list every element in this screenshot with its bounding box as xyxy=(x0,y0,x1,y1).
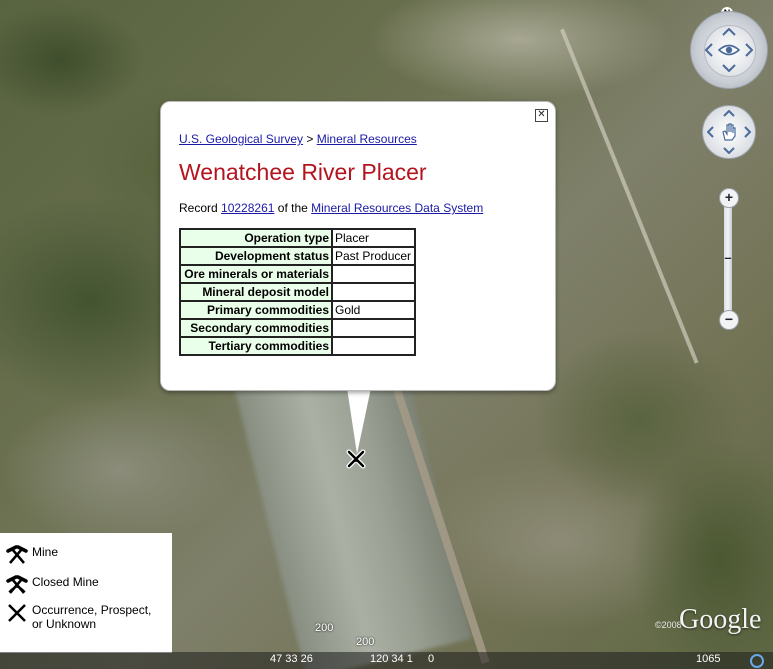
scale-label-bottom: 200 xyxy=(356,636,375,648)
legend-label-occurrence: Occurrence, Prospect, or Unknown xyxy=(32,603,151,631)
status-elevation: 0 xyxy=(428,653,435,665)
breadcrumb: U.S. Geological Survey > Mineral Resourc… xyxy=(179,132,417,146)
mrds-link[interactable]: Mineral Resources Data System xyxy=(311,201,483,215)
eye-icon xyxy=(718,44,740,56)
table-key: Tertiary commodities xyxy=(179,336,333,356)
table-key: Operation type xyxy=(179,228,333,248)
record-id-link[interactable]: 10228261 xyxy=(221,201,274,215)
look-up-arrow-icon[interactable] xyxy=(722,28,736,36)
info-popup: ✕ U.S. Geological Survey > Mineral Resou… xyxy=(160,101,556,391)
look-down-arrow-icon[interactable] xyxy=(722,64,736,72)
status-latitude: 47 33 26 xyxy=(270,653,313,665)
legend: Mine Closed Mine Occurrence, Prospect, o… xyxy=(0,533,172,653)
table-row: Ore minerals or materials xyxy=(179,264,416,284)
status-longitude: 120 34 1 xyxy=(370,653,413,665)
scale-label-top: 200 xyxy=(315,622,334,634)
table-key: Secondary commodities xyxy=(179,318,333,338)
trail xyxy=(560,28,699,364)
breadcrumb-separator: > xyxy=(306,132,314,146)
pan-control[interactable] xyxy=(702,105,756,159)
copyright-year: ©2008 xyxy=(655,620,682,630)
table-value: Gold xyxy=(331,300,416,320)
pan-down-arrow-icon[interactable] xyxy=(723,147,735,154)
legend-item-occurrence: Occurrence, Prospect, or Unknown xyxy=(6,603,151,631)
table-value: Placer xyxy=(331,228,416,248)
zoom-slider-handle[interactable]: – xyxy=(719,251,737,265)
attributes-table: Operation type Placer Development status P… xyxy=(179,228,416,356)
legend-item-closed-mine: Closed Mine xyxy=(6,575,99,595)
x-mark-icon xyxy=(8,604,26,622)
legend-label-occurrence-line1: Occurrence, Prospect, xyxy=(32,603,152,617)
streaming-indicator-icon xyxy=(750,654,764,668)
look-left-arrow-icon[interactable] xyxy=(705,43,713,57)
pan-left-arrow-icon[interactable] xyxy=(707,126,714,138)
record-prefix: Record xyxy=(179,201,218,215)
table-row: Mineral deposit model xyxy=(179,282,416,302)
closed-mine-icon xyxy=(6,575,28,594)
table-key: Mineral deposit model xyxy=(179,282,333,302)
look-control[interactable] xyxy=(690,11,768,89)
table-row: Development status Past Producer xyxy=(179,246,416,266)
table-value xyxy=(331,264,416,284)
status-altitude: 1065 xyxy=(696,653,721,665)
legend-item-mine: Mine xyxy=(6,545,58,565)
zoom-out-button[interactable]: − xyxy=(719,310,739,330)
look-right-arrow-icon[interactable] xyxy=(745,43,753,57)
table-value xyxy=(331,336,416,356)
crossed-hammers-icon xyxy=(6,545,28,564)
table-row: Primary commodities Gold xyxy=(179,300,416,320)
legend-label-closed-mine: Closed Mine xyxy=(32,575,99,589)
table-key: Primary commodities xyxy=(179,300,333,320)
pan-up-arrow-icon[interactable] xyxy=(723,110,735,117)
popup-title: Wenatchee River Placer xyxy=(179,159,427,185)
table-value: Past Producer xyxy=(331,246,416,266)
record-line: Record 10228261 of the Mineral Resources… xyxy=(179,201,483,215)
table-row: Secondary commodities xyxy=(179,318,416,338)
legend-label-mine: Mine xyxy=(32,545,59,559)
hand-icon xyxy=(722,123,736,141)
breadcrumb-link-mineral-resources[interactable]: Mineral Resources xyxy=(317,132,417,146)
table-value xyxy=(331,318,416,338)
table-key: Ore minerals or materials xyxy=(179,264,333,284)
table-row: Operation type Placer xyxy=(179,228,416,248)
breadcrumb-link-usgs[interactable]: U.S. Geological Survey xyxy=(179,132,303,146)
google-logo: Google xyxy=(679,604,762,635)
table-key: Development status xyxy=(179,246,333,266)
popup-tail xyxy=(347,388,371,454)
table-value xyxy=(331,282,416,302)
table-row: Tertiary commodities xyxy=(179,336,416,356)
record-middle: of the xyxy=(277,201,308,215)
close-button[interactable]: ✕ xyxy=(535,109,548,122)
legend-label-occurrence-line2: or Unknown xyxy=(32,617,97,631)
zoom-in-button[interactable]: + xyxy=(719,188,739,208)
pan-right-arrow-icon[interactable] xyxy=(744,126,751,138)
status-bar: 47 33 26 120 34 1 0 1065 xyxy=(0,652,773,669)
